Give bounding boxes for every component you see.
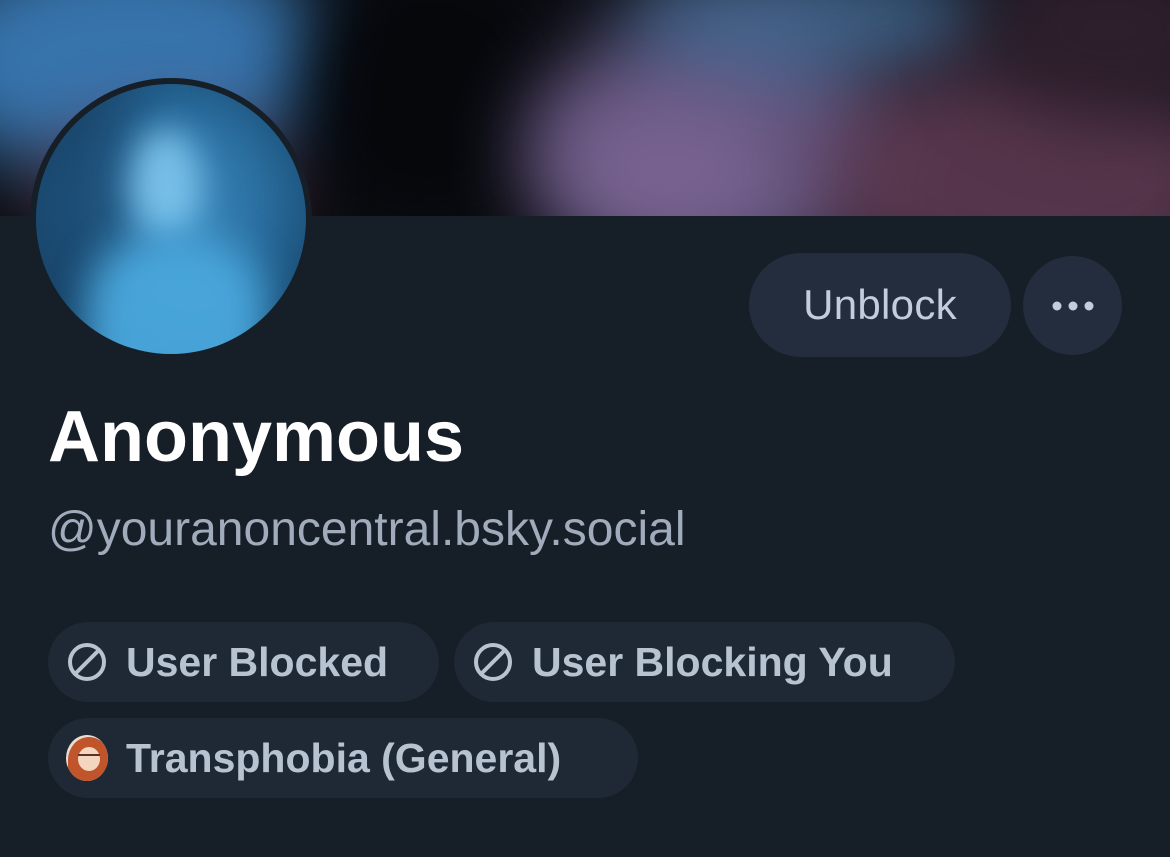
display-name: Anonymous <box>48 397 465 477</box>
avatar-image <box>36 84 306 354</box>
block-icon <box>472 641 514 683</box>
banner-blur-blob <box>300 0 560 216</box>
labeler-avatar-glasses <box>78 754 100 761</box>
labeler-avatar <box>66 735 108 781</box>
labeler-avatar-icon <box>66 735 108 781</box>
profile-handle: @youranoncentral.bsky.social <box>48 503 686 556</box>
block-icon <box>66 641 108 683</box>
label-pill-transphobia-general[interactable]: Transphobia (General) <box>48 718 638 798</box>
avatar-figure-body <box>86 234 266 354</box>
label-pill-text: User Blocking You <box>532 638 893 685</box>
more-options-button[interactable] <box>1023 256 1122 355</box>
label-pill-text: Transphobia (General) <box>126 734 562 781</box>
profile-avatar[interactable] <box>30 78 312 360</box>
profile-page: Unblock Anonymous @youranoncentral.bsky.… <box>0 0 1170 857</box>
label-pill-user-blocking-you[interactable]: User Blocking You <box>454 622 955 702</box>
label-pill-user-blocked[interactable]: User Blocked <box>48 622 439 702</box>
avatar-figure-head <box>131 129 201 239</box>
ellipsis-icon <box>1052 301 1093 310</box>
label-pill-text: User Blocked <box>126 638 389 685</box>
unblock-button[interactable]: Unblock <box>749 253 1011 357</box>
